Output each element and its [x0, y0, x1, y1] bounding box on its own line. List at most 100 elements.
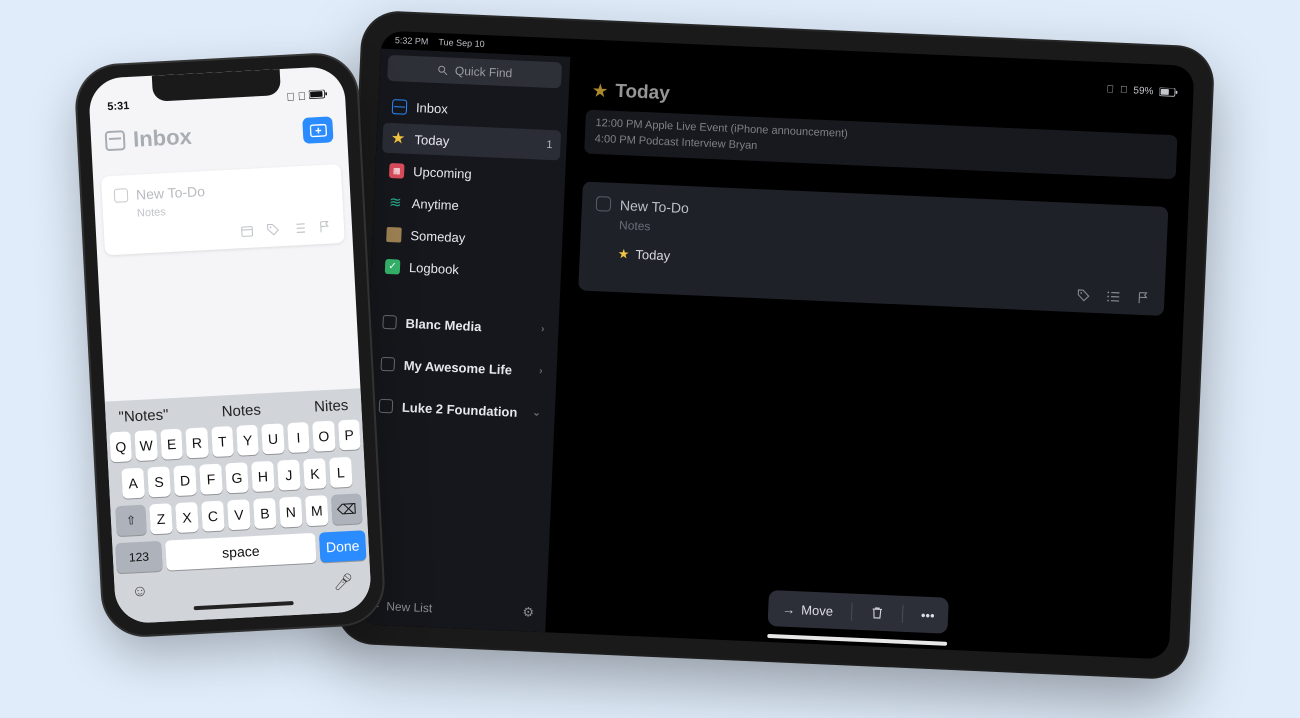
todo-checkbox[interactable]	[114, 188, 129, 203]
more-icon[interactable]: •••	[921, 607, 935, 623]
sidebar-item-logbook[interactable]: ✓ Logbook	[376, 251, 555, 289]
todo-checkbox[interactable]	[596, 196, 612, 212]
todo-title[interactable]: New To-Do	[136, 183, 206, 203]
key-y[interactable]: Y	[236, 425, 259, 456]
keyboard[interactable]: "Notes" Notes Nites Q W E R T Y U I O P …	[105, 388, 372, 624]
flag-icon[interactable]	[1136, 291, 1151, 306]
area-label: Blanc Media	[405, 315, 481, 333]
prediction[interactable]: Nites	[314, 397, 349, 416]
key-h[interactable]: H	[251, 461, 275, 492]
ipad-time: 5:32 PM	[395, 35, 429, 46]
key-r[interactable]: R	[185, 427, 208, 458]
key-k[interactable]: K	[303, 458, 327, 489]
key-done[interactable]: Done	[319, 530, 367, 562]
iphone-time: 5:31	[107, 100, 130, 113]
trash-icon[interactable]	[870, 605, 885, 620]
ipad-device: 5:32 PM Tue Sep 10 Quick Find Inbox ★ To…	[337, 12, 1214, 678]
wifi-icon: 􀙈	[298, 91, 307, 103]
signal-icon: 􀙇	[1106, 84, 1114, 95]
iphone-todo-card[interactable]: New To-Do Notes	[101, 164, 345, 255]
key-u[interactable]: U	[262, 423, 285, 454]
prediction[interactable]: Notes	[221, 401, 261, 420]
sidebar-item-someday[interactable]: Someday	[378, 219, 557, 257]
ipad-right-status: 􀙇 􀙈 59%	[1106, 84, 1177, 98]
key-a[interactable]: A	[121, 468, 145, 499]
key-m[interactable]: M	[305, 495, 329, 526]
star-icon: ★	[592, 81, 607, 102]
new-todo-button[interactable]	[302, 116, 333, 144]
ipad-date: Tue Sep 10	[438, 37, 485, 49]
iphone-home-indicator[interactable]	[194, 601, 294, 610]
sidebar-item-today[interactable]: ★ Today 1	[382, 123, 561, 161]
main-content: 􀙇 􀙈 59% ★ Today 12:00 PM Apple Live Even…	[545, 57, 1194, 660]
prediction[interactable]: "Notes"	[118, 406, 169, 426]
key-s[interactable]: S	[147, 466, 171, 497]
key-q[interactable]: Q	[109, 431, 132, 462]
area-luke-2-foundation[interactable]: Luke 2 Foundation ⌄	[370, 388, 549, 430]
key-e[interactable]: E	[160, 429, 183, 460]
key-l[interactable]: L	[329, 457, 353, 488]
tag-icon[interactable]	[1076, 288, 1091, 303]
key-v[interactable]: V	[227, 499, 251, 530]
calendar-icon: ▦	[389, 163, 405, 179]
key-b[interactable]: B	[253, 498, 277, 529]
key-row-2: A S D F G H J K L	[111, 456, 362, 499]
key-space[interactable]: space	[165, 533, 316, 571]
iphone-device: 5:31 􀙇 􀙈 Inbox New To-Do Notes	[75, 53, 384, 637]
key-delete[interactable]: ⌫	[331, 493, 363, 525]
key-o[interactable]: O	[312, 421, 335, 452]
compose-icon	[309, 123, 327, 137]
move-label: Move	[801, 602, 833, 618]
toolbar-separator	[851, 603, 853, 621]
sidebar-item-label: Inbox	[416, 100, 448, 116]
quick-find-label: Quick Find	[455, 64, 513, 80]
inbox-icon	[392, 99, 408, 115]
key-z[interactable]: Z	[149, 503, 173, 534]
search-icon	[437, 64, 450, 77]
tag-label: Today	[635, 247, 670, 263]
sidebar-item-inbox[interactable]: Inbox	[383, 91, 562, 129]
key-i[interactable]: I	[287, 422, 310, 453]
checklist-icon[interactable]	[1106, 289, 1121, 304]
page-title-label: Today	[615, 81, 670, 105]
key-n[interactable]: N	[279, 496, 303, 527]
key-g[interactable]: G	[225, 462, 249, 493]
key-x[interactable]: X	[175, 502, 199, 533]
todo-card[interactable]: New To-Do Notes ★ Today	[578, 181, 1168, 315]
emoji-icon[interactable]: ☺	[131, 583, 148, 604]
area-icon	[379, 399, 394, 414]
new-list-label: New List	[386, 599, 433, 615]
ipad-home-indicator[interactable]	[767, 634, 947, 646]
sidebar-item-upcoming[interactable]: ▦ Upcoming	[381, 155, 560, 193]
star-icon: ★	[390, 131, 406, 147]
key-t[interactable]: T	[211, 426, 234, 457]
quick-find[interactable]: Quick Find	[387, 55, 562, 89]
key-shift[interactable]: ⇧	[115, 505, 147, 537]
todo-title[interactable]: New To-Do	[620, 197, 690, 216]
key-f[interactable]: F	[199, 464, 223, 495]
sidebar: Quick Find Inbox ★ Today 1 ▦ Upcoming ≋	[355, 49, 570, 633]
gear-icon[interactable]: ⚙	[522, 604, 534, 620]
checklist-icon[interactable]	[292, 221, 307, 236]
sidebar-footer: ＋ New List ⚙	[355, 586, 546, 632]
area-my-awesome-life[interactable]: My Awesome Life ›	[372, 346, 551, 388]
flag-icon[interactable]	[318, 220, 333, 235]
tag-icon[interactable]	[266, 222, 281, 237]
key-j[interactable]: J	[277, 460, 301, 491]
signal-icon: 􀙇	[286, 91, 295, 103]
area-label: Luke 2 Foundation	[402, 399, 518, 419]
key-w[interactable]: W	[135, 430, 158, 461]
sidebar-item-anytime[interactable]: ≋ Anytime	[379, 187, 558, 225]
area-blanc-media[interactable]: Blanc Media ›	[374, 305, 553, 347]
key-row-4: 123 space Done	[115, 530, 366, 573]
sidebar-item-label: Someday	[410, 228, 466, 245]
dictation-icon[interactable]: 🎤︎	[333, 572, 354, 593]
key-c[interactable]: C	[201, 501, 225, 532]
key-row-3: ⇧ Z X C V B N M ⌫	[113, 493, 364, 536]
key-123[interactable]: 123	[115, 541, 163, 573]
calendar-icon[interactable]	[240, 224, 255, 239]
move-button[interactable]: → Move	[782, 601, 833, 618]
iphone-title-label: Inbox	[132, 124, 192, 153]
key-d[interactable]: D	[173, 465, 197, 496]
key-p[interactable]: P	[338, 419, 361, 450]
